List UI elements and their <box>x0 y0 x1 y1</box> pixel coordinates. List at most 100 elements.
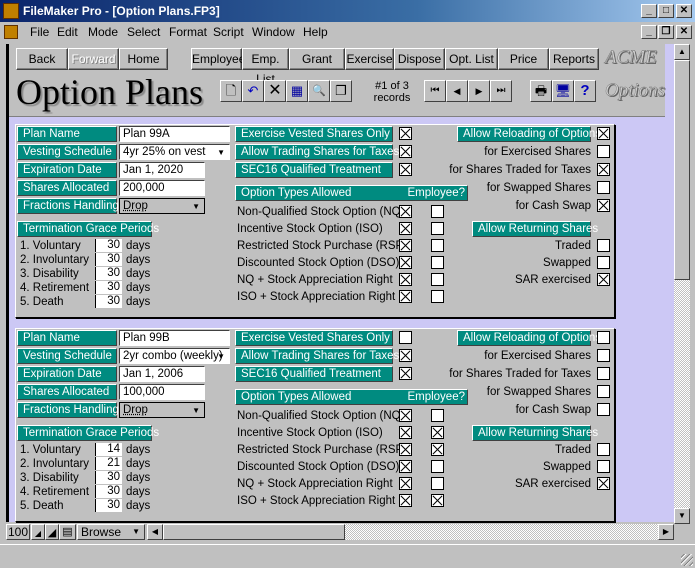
reload-option-checkbox[interactable] <box>597 403 610 416</box>
shares-allocated-field[interactable]: 100,000 <box>119 384 205 400</box>
grace-days-field[interactable]: 30 <box>95 281 122 294</box>
grace-days-field[interactable]: 30 <box>95 295 122 308</box>
option-type-allowed-checkbox[interactable] <box>399 426 412 439</box>
option-type-employee-checkbox[interactable] <box>431 443 444 456</box>
reload-option-checkbox[interactable] <box>597 145 610 158</box>
employee-button[interactable]: Employee <box>191 48 245 70</box>
grace-days-field[interactable]: 30 <box>95 499 122 512</box>
undo-icon[interactable]: ↶ <box>242 80 264 102</box>
exercise-button[interactable]: Exercise <box>345 48 394 70</box>
menu-format[interactable]: Format <box>169 22 207 42</box>
option-type-allowed-checkbox[interactable] <box>399 222 412 235</box>
returning-option-checkbox[interactable] <box>597 460 610 473</box>
menu-select[interactable]: Select <box>127 22 160 42</box>
scroll-up-button[interactable]: ▲ <box>674 44 690 60</box>
horizontal-scrollbar[interactable] <box>345 524 658 540</box>
horizontal-scroll-thumb[interactable] <box>163 524 345 540</box>
option-type-employee-checkbox[interactable] <box>431 239 444 252</box>
option-type-allowed-checkbox[interactable] <box>399 290 412 303</box>
help-icon[interactable]: ? <box>574 80 596 102</box>
print-icon[interactable]: 🖶 <box>530 80 552 102</box>
duplicate-icon[interactable]: ❐ <box>330 80 352 102</box>
forward-button[interactable]: Forward <box>68 48 119 70</box>
menu-help[interactable]: Help <box>303 22 328 42</box>
close-button[interactable]: ✕ <box>676 4 692 18</box>
zoom-level[interactable]: 100 <box>6 524 30 540</box>
reload-option-checkbox[interactable] <box>597 163 610 176</box>
doc-minimize-button[interactable]: _ <box>641 25 657 39</box>
option-type-allowed-checkbox[interactable] <box>399 273 412 286</box>
grant-button[interactable]: Grant <box>289 48 345 70</box>
grace-days-field[interactable]: 14 <box>95 443 122 456</box>
option-type-employee-checkbox[interactable] <box>431 222 444 235</box>
grace-days-field[interactable]: 30 <box>95 485 122 498</box>
last-record-icon[interactable]: ⏭ <box>490 80 512 102</box>
zoom-out-icon[interactable]: ◢ <box>31 524 45 540</box>
doc-restore-button[interactable]: ❐ <box>658 25 674 39</box>
grace-days-field[interactable]: 30 <box>95 239 122 252</box>
shares-allocated-field[interactable]: 200,000 <box>119 180 205 196</box>
resize-grip-icon[interactable] <box>681 554 693 566</box>
plan-name-field[interactable]: Plan 99A <box>119 126 230 142</box>
status-area-toggle-icon[interactable]: ▤ <box>59 524 76 540</box>
returning-option-checkbox[interactable] <box>597 239 610 252</box>
fractions-handling-select[interactable]: Drop ▼ <box>119 402 205 418</box>
price-button[interactable]: Price <box>498 48 549 70</box>
expiration-date-field[interactable]: Jan 1, 2020 <box>119 162 205 178</box>
option-type-employee-checkbox[interactable] <box>431 477 444 490</box>
vesting-schedule-select[interactable]: 4yr 25% on vest ▼ <box>119 144 230 160</box>
option-type-employee-checkbox[interactable] <box>431 273 444 286</box>
option-type-employee-checkbox[interactable] <box>431 426 444 439</box>
menu-window[interactable]: Window <box>252 22 295 42</box>
delete-icon[interactable]: ✕ <box>264 80 286 102</box>
find-icon[interactable]: 🔍 <box>308 80 330 102</box>
opt-list-button[interactable]: Opt. List <box>445 48 498 70</box>
option-type-allowed-checkbox[interactable] <box>399 256 412 269</box>
option-type-employee-checkbox[interactable] <box>431 256 444 269</box>
reports-button[interactable]: Reports <box>549 48 599 70</box>
option-type-employee-checkbox[interactable] <box>431 290 444 303</box>
allow-reloading-checkbox[interactable] <box>597 127 610 140</box>
menu-file[interactable]: File <box>30 22 49 42</box>
document-icon[interactable] <box>4 25 18 39</box>
reload-option-checkbox[interactable] <box>597 181 610 194</box>
reload-option-checkbox[interactable] <box>597 385 610 398</box>
returning-option-checkbox[interactable] <box>597 273 610 286</box>
option-type-allowed-checkbox[interactable] <box>399 460 412 473</box>
returning-option-checkbox[interactable] <box>597 443 610 456</box>
grace-days-field[interactable]: 30 <box>95 253 122 266</box>
grace-days-field[interactable]: 30 <box>95 267 122 280</box>
returning-option-checkbox[interactable] <box>597 477 610 490</box>
reload-option-checkbox[interactable] <box>597 349 610 362</box>
vertical-scroll-thumb[interactable] <box>674 60 690 280</box>
reload-option-checkbox[interactable] <box>597 199 610 212</box>
next-record-icon[interactable]: ▶ <box>468 80 490 102</box>
fractions-handling-select[interactable]: Drop ▼ <box>119 198 205 214</box>
dispose-button[interactable]: Dispose <box>394 48 445 70</box>
scroll-right-button[interactable]: ▶ <box>658 524 674 540</box>
vesting-schedule-select[interactable]: 2yr combo (weekly) ▼ <box>119 348 230 364</box>
option-type-employee-checkbox[interactable] <box>431 460 444 473</box>
expiration-date-field[interactable]: Jan 1, 2006 <box>119 366 205 382</box>
computer-icon[interactable]: 🖥 <box>552 80 574 102</box>
scroll-left-button[interactable]: ◀ <box>147 524 163 540</box>
menu-mode[interactable]: Mode <box>88 22 118 42</box>
option-type-allowed-checkbox[interactable] <box>399 239 412 252</box>
option-type-allowed-checkbox[interactable] <box>399 443 412 456</box>
back-button[interactable]: Back <box>16 48 68 70</box>
minimize-button[interactable]: _ <box>641 4 657 18</box>
allow-reloading-checkbox[interactable] <box>597 331 610 344</box>
menu-edit[interactable]: Edit <box>57 22 78 42</box>
grace-days-field[interactable]: 30 <box>95 471 122 484</box>
returning-option-checkbox[interactable] <box>597 256 610 269</box>
scroll-down-button[interactable]: ▼ <box>674 508 690 524</box>
new-record-icon[interactable]: 🗋 <box>220 80 242 102</box>
menu-script[interactable]: Script <box>213 22 244 42</box>
exercise-vested-only-checkbox[interactable] <box>399 127 412 140</box>
option-type-allowed-checkbox[interactable] <box>399 477 412 490</box>
first-record-icon[interactable]: ⏮ <box>424 80 446 102</box>
maximize-button[interactable]: □ <box>658 4 674 18</box>
home-button[interactable]: Home <box>119 48 168 70</box>
mode-selector[interactable]: Browse ▼ <box>77 524 145 540</box>
reload-option-checkbox[interactable] <box>597 367 610 380</box>
